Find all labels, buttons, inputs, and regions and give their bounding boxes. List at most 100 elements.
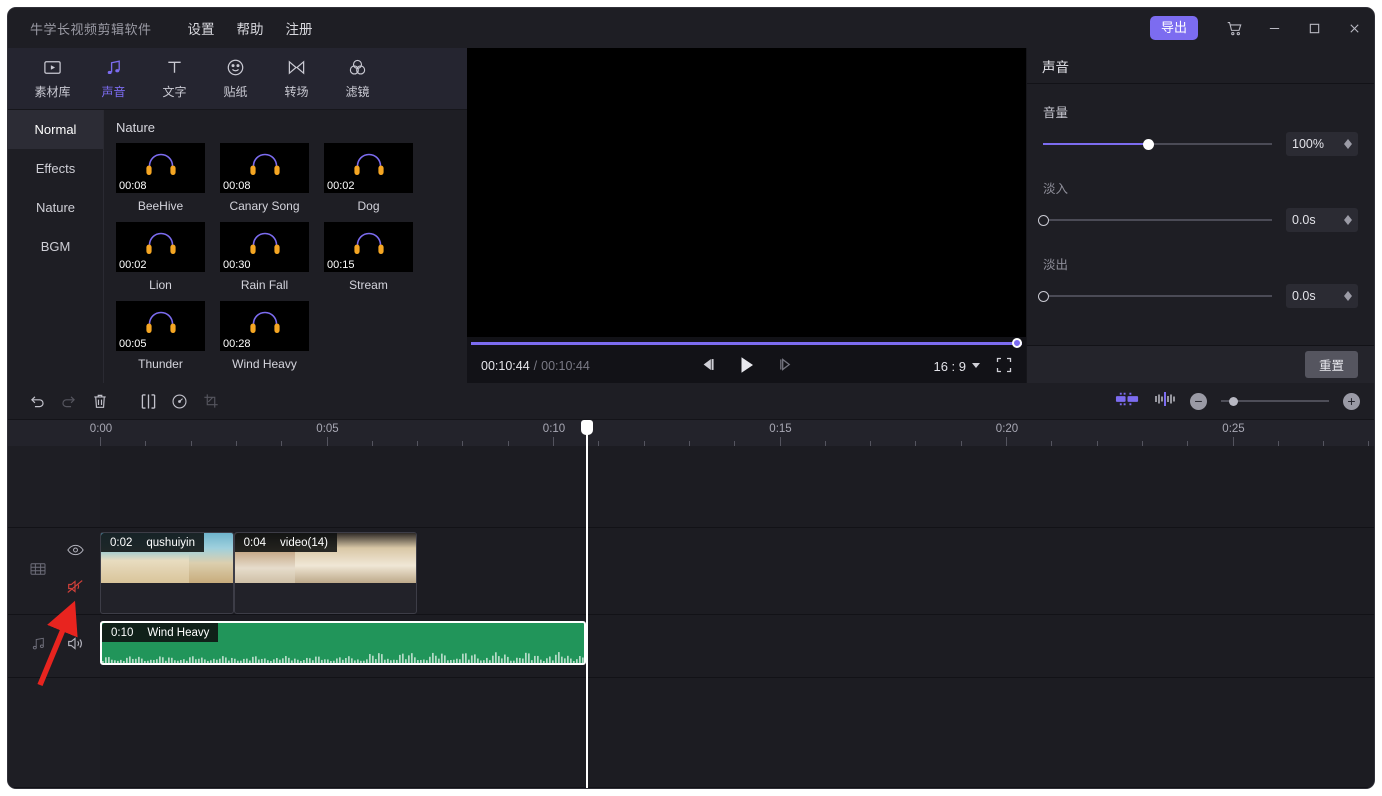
- ruler-label: 0:05: [316, 423, 339, 435]
- align-to-playhead-icon[interactable]: [1154, 391, 1176, 412]
- tool-media-library[interactable]: 素材库: [22, 58, 83, 100]
- audio-thumbnail[interactable]: 00:30: [220, 222, 309, 272]
- crop-button[interactable]: [195, 388, 226, 414]
- playhead-handle[interactable]: [580, 420, 593, 435]
- split-button[interactable]: [133, 388, 164, 414]
- audio-thumbnail[interactable]: 00:08: [116, 143, 205, 193]
- zoom-in-button[interactable]: +: [1343, 392, 1360, 410]
- tool-audio[interactable]: 声音: [83, 58, 144, 100]
- ruler-tick-major: [553, 437, 554, 446]
- category-effects[interactable]: Effects: [8, 149, 103, 188]
- video-canvas[interactable]: [467, 48, 1026, 337]
- speed-button[interactable]: [164, 388, 195, 414]
- property-value-field[interactable]: 0.0s: [1286, 208, 1358, 232]
- progress-handle[interactable]: [1012, 338, 1022, 348]
- audio-item[interactable]: 00:02 Lion: [116, 222, 205, 292]
- audio-item[interactable]: 00:30 Rain Fall: [220, 222, 309, 292]
- app-window: 牛学长视频剪辑软件 设置 帮助 注册 导出 素材库 声音 文字 贴纸 转场 滤镜…: [8, 8, 1374, 788]
- tool-filter[interactable]: 滤镜: [327, 58, 388, 100]
- property-control: 100%: [1043, 132, 1358, 156]
- audio-item[interactable]: 00:02 Dog: [324, 143, 413, 213]
- category-nature[interactable]: Nature: [8, 188, 103, 227]
- audio-clip[interactable]: 0:10 Wind Heavy: [100, 621, 586, 665]
- stepper-arrows[interactable]: [1344, 139, 1352, 149]
- audio-label: Wind Heavy: [232, 357, 297, 371]
- property-label: 淡出: [1043, 258, 1069, 272]
- timeline-playhead[interactable]: [580, 420, 593, 788]
- property-label: 音量: [1043, 106, 1069, 120]
- audio-thumbnail[interactable]: 00:28: [220, 301, 309, 351]
- audio-grid: 00:08 BeeHive 00:08 Canary Song 00:02 Do…: [116, 143, 455, 371]
- audio-item[interactable]: 00:28 Wind Heavy: [220, 301, 309, 371]
- aspect-ratio-selector[interactable]: 16 : 9: [933, 359, 980, 374]
- minimize-icon[interactable]: [1254, 8, 1294, 48]
- bottom-empty-row: [8, 678, 1374, 788]
- stepper-arrows[interactable]: [1344, 291, 1352, 301]
- play-icon[interactable]: [739, 356, 755, 377]
- audio-track-speaker-icon[interactable]: [66, 636, 84, 656]
- audio-item[interactable]: 00:08 Canary Song: [220, 143, 309, 213]
- undo-button[interactable]: [22, 388, 53, 414]
- maximize-icon[interactable]: [1294, 8, 1334, 48]
- audio-item[interactable]: 00:08 BeeHive: [116, 143, 205, 213]
- audio-duration: 00:02: [327, 180, 355, 192]
- empty-track-lane[interactable]: [100, 446, 1374, 528]
- tool-label: 声音: [101, 84, 126, 99]
- audio-item[interactable]: 00:15 Stream: [324, 222, 413, 292]
- eye-visible-icon[interactable]: [66, 543, 84, 561]
- preview-panel: 00:10:44 / 00:10:44 16: 9: [467, 48, 1026, 383]
- slider-handle[interactable]: [1037, 214, 1049, 226]
- tool-label: 滤镜: [345, 84, 370, 99]
- timeline-ruler[interactable]: 0:00 0:05 0:10 0:15 0:20 0:25: [8, 420, 1374, 446]
- category-normal[interactable]: Normal: [8, 110, 103, 149]
- zoom-slider[interactable]: [1221, 395, 1329, 407]
- audio-thumbnail[interactable]: 00:02: [324, 143, 413, 193]
- export-button[interactable]: 导出: [1149, 16, 1198, 40]
- property-value-field[interactable]: 0.0s: [1286, 284, 1358, 308]
- ruler-label: 0:15: [769, 423, 792, 435]
- slider-handle[interactable]: [1037, 290, 1049, 302]
- current-time: 00:10:44: [481, 359, 530, 373]
- redo-button[interactable]: [53, 388, 84, 414]
- property-control: 0.0s: [1037, 208, 1358, 232]
- menu-register[interactable]: 注册: [286, 18, 313, 38]
- fit-to-window-icon[interactable]: [1115, 391, 1140, 412]
- close-icon[interactable]: [1334, 8, 1374, 48]
- video-clip[interactable]: 0:02 qushuiyin: [100, 532, 234, 614]
- delete-button[interactable]: [84, 388, 115, 414]
- video-clip[interactable]: 0:04 video(14): [233, 532, 417, 614]
- fullscreen-icon[interactable]: [996, 357, 1012, 376]
- tool-transition[interactable]: 转场: [266, 58, 327, 100]
- audio-item[interactable]: 00:05 Thunder: [116, 301, 205, 371]
- cart-icon[interactable]: [1214, 8, 1254, 48]
- group-title: Nature: [116, 120, 156, 135]
- tool-label: 贴纸: [223, 84, 248, 99]
- audio-thumbnail[interactable]: 00:08: [220, 143, 309, 193]
- next-frame-icon[interactable]: [777, 357, 794, 375]
- property-slider[interactable]: [1043, 138, 1272, 150]
- audio-track-lane[interactable]: 0:10 Wind Heavy: [100, 615, 1374, 678]
- audio-thumbnail[interactable]: 00:02: [116, 222, 205, 272]
- stepper-arrows[interactable]: [1344, 215, 1352, 225]
- zoom-slider-handle[interactable]: [1229, 396, 1239, 406]
- bottom-empty-lane[interactable]: [100, 678, 1374, 788]
- property-slider[interactable]: [1037, 290, 1272, 302]
- previous-frame-icon[interactable]: [700, 357, 717, 375]
- audio-thumbnail[interactable]: 00:15: [324, 222, 413, 272]
- category-bgm[interactable]: BGM: [8, 227, 103, 266]
- menu-help[interactable]: 帮助: [237, 18, 264, 38]
- tool-text[interactable]: 文字: [144, 58, 205, 100]
- time-separator: /: [533, 359, 538, 373]
- property-row: 音量 100%: [1043, 102, 1358, 156]
- audio-thumbnail[interactable]: 00:05: [116, 301, 205, 351]
- video-track-lane[interactable]: 0:02 qushuiyin 0:04 video(14): [100, 528, 1374, 615]
- preview-progress-bar[interactable]: [467, 337, 1026, 349]
- tool-sticker[interactable]: 贴纸: [205, 58, 266, 100]
- video-track-mute-icon[interactable]: [66, 579, 84, 599]
- zoom-out-button[interactable]: −: [1190, 392, 1207, 410]
- reset-button[interactable]: 重置: [1304, 351, 1358, 378]
- property-value-field[interactable]: 100%: [1286, 132, 1358, 156]
- menu-settings[interactable]: 设置: [188, 18, 215, 38]
- property-slider[interactable]: [1037, 214, 1272, 226]
- slider-handle[interactable]: [1142, 138, 1154, 150]
